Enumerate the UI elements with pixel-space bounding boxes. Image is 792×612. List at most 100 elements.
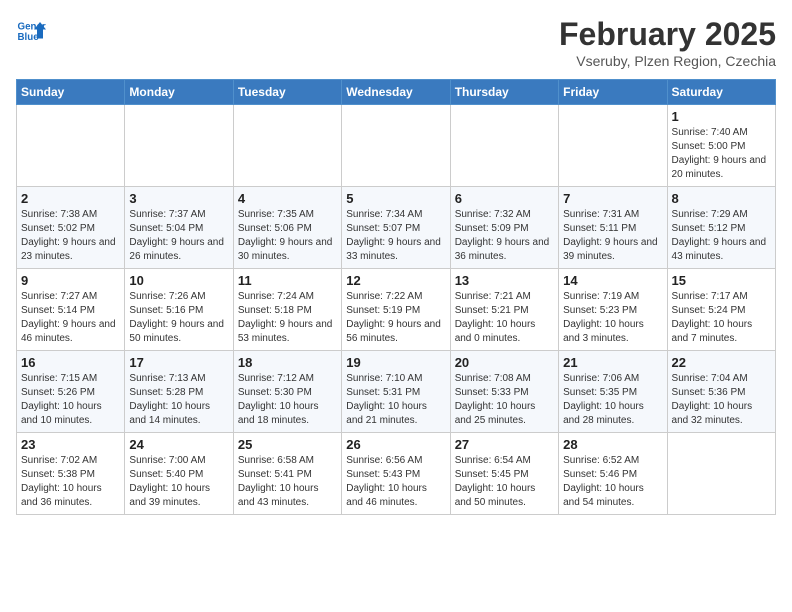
day-info: Sunrise: 7:15 AM Sunset: 5:26 PM Dayligh… (21, 372, 120, 428)
calendar-cell: 28Sunrise: 6:52 AM Sunset: 5:46 PM Dayli… (559, 433, 667, 515)
calendar-cell (559, 105, 667, 187)
weekday-header: Wednesday (342, 80, 450, 105)
calendar-cell: 10 Sunrise: 7:26 AM Sunset: 5:16 PM Dayli… (125, 269, 233, 351)
day-number: 13 (455, 273, 554, 288)
calendar-cell: 22 Sunrise: 7:04 AM Sunset: 5:36 PM Dayli… (667, 351, 775, 433)
calendar-cell: 1Sunrise: 7:40 AM Sunset: 5:00 PM Daylig… (667, 105, 775, 187)
location-title: Vseruby, Plzen Region, Czechia (559, 53, 776, 69)
calendar-cell: 9 Sunrise: 7:27 AM Sunset: 5:14 PM Daylig… (17, 269, 125, 351)
day-info: Sunrise: 6:56 AM Sunset: 5:43 PM Dayligh… (346, 454, 445, 510)
day-info: Sunrise: 7:27 AM Sunset: 5:14 PM Dayligh… (21, 290, 120, 346)
day-number: 27 (455, 437, 554, 452)
day-info: Sunrise: 7:02 AM Sunset: 5:38 PM Dayligh… (21, 454, 120, 510)
calendar-cell: 27Sunrise: 6:54 AM Sunset: 5:45 PM Dayli… (450, 433, 558, 515)
day-info: Sunrise: 7:21 AM Sunset: 5:21 PM Dayligh… (455, 290, 554, 346)
day-number: 6 (455, 191, 554, 206)
day-number: 16 (21, 355, 120, 370)
day-number: 12 (346, 273, 445, 288)
calendar-cell (667, 433, 775, 515)
day-info: Sunrise: 7:29 AM Sunset: 5:12 PM Dayligh… (672, 208, 771, 264)
day-info: Sunrise: 7:06 AM Sunset: 5:35 PM Dayligh… (563, 372, 662, 428)
day-number: 4 (238, 191, 337, 206)
day-number: 3 (129, 191, 228, 206)
weekday-header: Saturday (667, 80, 775, 105)
svg-text:Blue: Blue (18, 32, 40, 43)
day-number: 18 (238, 355, 337, 370)
calendar-cell: 23 Sunrise: 7:02 AM Sunset: 5:38 PM Dayli… (17, 433, 125, 515)
calendar-cell: 21 Sunrise: 7:06 AM Sunset: 5:35 PM Dayli… (559, 351, 667, 433)
day-info: Sunrise: 7:12 AM Sunset: 5:30 PM Dayligh… (238, 372, 337, 428)
calendar-cell: 20 Sunrise: 7:08 AM Sunset: 5:33 PM Dayli… (450, 351, 558, 433)
day-number: 22 (672, 355, 771, 370)
page-header: General Blue February 2025 Vseruby, Plze… (16, 16, 776, 69)
day-number: 23 (21, 437, 120, 452)
calendar-cell: 17Sunrise: 7:13 AM Sunset: 5:28 PM Dayli… (125, 351, 233, 433)
calendar-cell: 16 Sunrise: 7:15 AM Sunset: 5:26 PM Dayli… (17, 351, 125, 433)
day-number: 19 (346, 355, 445, 370)
calendar-week-row: 9 Sunrise: 7:27 AM Sunset: 5:14 PM Daylig… (17, 269, 776, 351)
calendar-week-row: 2Sunrise: 7:38 AM Sunset: 5:02 PM Daylig… (17, 187, 776, 269)
weekday-header: Sunday (17, 80, 125, 105)
weekday-header: Friday (559, 80, 667, 105)
calendar-cell: 14 Sunrise: 7:19 AM Sunset: 5:23 PM Dayli… (559, 269, 667, 351)
day-number: 20 (455, 355, 554, 370)
weekday-header: Thursday (450, 80, 558, 105)
day-number: 10 (129, 273, 228, 288)
logo-icon: General Blue (16, 16, 46, 46)
day-number: 8 (672, 191, 771, 206)
day-number: 15 (672, 273, 771, 288)
day-info: Sunrise: 7:22 AM Sunset: 5:19 PM Dayligh… (346, 290, 445, 346)
calendar-cell: 19 Sunrise: 7:10 AM Sunset: 5:31 PM Dayli… (342, 351, 450, 433)
calendar-week-row: 16 Sunrise: 7:15 AM Sunset: 5:26 PM Dayli… (17, 351, 776, 433)
day-number: 9 (21, 273, 120, 288)
day-number: 5 (346, 191, 445, 206)
calendar-cell (342, 105, 450, 187)
calendar-cell: 3 Sunrise: 7:37 AM Sunset: 5:04 PM Daylig… (125, 187, 233, 269)
day-info: Sunrise: 7:00 AM Sunset: 5:40 PM Dayligh… (129, 454, 228, 510)
day-info: Sunrise: 7:37 AM Sunset: 5:04 PM Dayligh… (129, 208, 228, 264)
calendar-week-row: 1Sunrise: 7:40 AM Sunset: 5:00 PM Daylig… (17, 105, 776, 187)
day-info: Sunrise: 7:19 AM Sunset: 5:23 PM Dayligh… (563, 290, 662, 346)
logo: General Blue (16, 16, 46, 46)
calendar-cell: 5 Sunrise: 7:34 AM Sunset: 5:07 PM Daylig… (342, 187, 450, 269)
month-title: February 2025 (559, 16, 776, 53)
calendar-cell: 18 Sunrise: 7:12 AM Sunset: 5:30 PM Dayli… (233, 351, 341, 433)
calendar-cell (125, 105, 233, 187)
day-number: 11 (238, 273, 337, 288)
day-info: Sunrise: 7:04 AM Sunset: 5:36 PM Dayligh… (672, 372, 771, 428)
day-info: Sunrise: 6:58 AM Sunset: 5:41 PM Dayligh… (238, 454, 337, 510)
calendar-cell (450, 105, 558, 187)
day-number: 25 (238, 437, 337, 452)
calendar-cell: 24 Sunrise: 7:00 AM Sunset: 5:40 PM Dayli… (125, 433, 233, 515)
day-info: Sunrise: 7:08 AM Sunset: 5:33 PM Dayligh… (455, 372, 554, 428)
weekday-header: Tuesday (233, 80, 341, 105)
calendar-cell: 25 Sunrise: 6:58 AM Sunset: 5:41 PM Dayli… (233, 433, 341, 515)
calendar-cell: 2Sunrise: 7:38 AM Sunset: 5:02 PM Daylig… (17, 187, 125, 269)
title-block: February 2025 Vseruby, Plzen Region, Cze… (559, 16, 776, 69)
day-info: Sunrise: 7:31 AM Sunset: 5:11 PM Dayligh… (563, 208, 662, 264)
calendar-cell: 8 Sunrise: 7:29 AM Sunset: 5:12 PM Daylig… (667, 187, 775, 269)
day-info: Sunrise: 7:24 AM Sunset: 5:18 PM Dayligh… (238, 290, 337, 346)
day-info: Sunrise: 7:10 AM Sunset: 5:31 PM Dayligh… (346, 372, 445, 428)
calendar-cell (233, 105, 341, 187)
calendar-cell: 26 Sunrise: 6:56 AM Sunset: 5:43 PM Dayli… (342, 433, 450, 515)
day-info: Sunrise: 7:13 AM Sunset: 5:28 PM Dayligh… (129, 372, 228, 428)
day-info: Sunrise: 7:17 AM Sunset: 5:24 PM Dayligh… (672, 290, 771, 346)
day-number: 7 (563, 191, 662, 206)
day-info: Sunrise: 7:35 AM Sunset: 5:06 PM Dayligh… (238, 208, 337, 264)
calendar-header-row: SundayMondayTuesdayWednesdayThursdayFrid… (17, 80, 776, 105)
day-info: Sunrise: 7:34 AM Sunset: 5:07 PM Dayligh… (346, 208, 445, 264)
day-number: 14 (563, 273, 662, 288)
calendar-cell: 6 Sunrise: 7:32 AM Sunset: 5:09 PM Daylig… (450, 187, 558, 269)
calendar-cell: 11 Sunrise: 7:24 AM Sunset: 5:18 PM Dayli… (233, 269, 341, 351)
day-number: 21 (563, 355, 662, 370)
day-number: 28 (563, 437, 662, 452)
day-info: Sunrise: 7:32 AM Sunset: 5:09 PM Dayligh… (455, 208, 554, 264)
day-info: Sunrise: 7:40 AM Sunset: 5:00 PM Dayligh… (672, 126, 771, 182)
calendar-cell: 13 Sunrise: 7:21 AM Sunset: 5:21 PM Dayli… (450, 269, 558, 351)
day-number: 26 (346, 437, 445, 452)
calendar-cell (17, 105, 125, 187)
day-number: 24 (129, 437, 228, 452)
day-info: Sunrise: 7:26 AM Sunset: 5:16 PM Dayligh… (129, 290, 228, 346)
calendar-cell: 4 Sunrise: 7:35 AM Sunset: 5:06 PM Daylig… (233, 187, 341, 269)
